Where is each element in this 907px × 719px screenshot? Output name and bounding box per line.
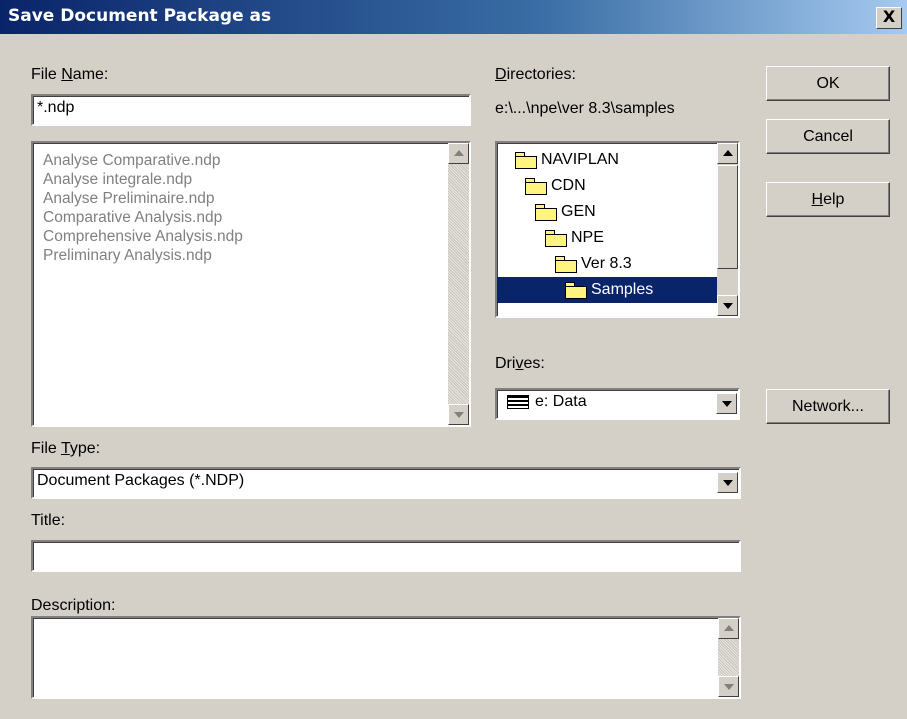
folder-icon (535, 203, 557, 221)
file-list-scroll-up-button[interactable] (448, 143, 469, 164)
file-list-item[interactable]: Analyse Preliminaire.ndp (43, 189, 243, 208)
directory-item-label: GEN (561, 203, 596, 220)
folder-icon (555, 255, 577, 273)
directory-item-naviplan[interactable]: NAVIPLAN (497, 147, 717, 173)
drives-dropdown-button[interactable] (716, 393, 737, 414)
file-list-item[interactable]: Preliminary Analysis.ndp (43, 246, 243, 265)
directory-tree[interactable]: NAVIPLAN CDN GEN NPE Ver 8.3 Samples (495, 141, 740, 318)
title-input[interactable] (31, 540, 741, 572)
file-type-dropdown-button[interactable] (717, 472, 738, 493)
file-list-scrollbar[interactable] (448, 143, 469, 425)
directory-item-label: NAVIPLAN (541, 151, 619, 168)
file-type-dropdown[interactable]: Document Packages (*.NDP) (31, 467, 741, 499)
directory-scroll-thumb[interactable] (717, 165, 738, 269)
arrow-up-icon (724, 625, 734, 631)
directory-item-label: Ver 8.3 (581, 255, 632, 272)
ok-button[interactable]: OK (766, 66, 890, 101)
arrow-down-icon (454, 412, 464, 418)
chevron-down-icon (722, 401, 732, 407)
file-list[interactable]: Analyse Comparative.ndp Analyse integrale… (31, 141, 471, 427)
description-scrollbar[interactable] (718, 618, 739, 697)
file-name-value: *.ndp (37, 99, 75, 116)
arrow-up-icon (723, 150, 733, 156)
directory-item-label: CDN (551, 177, 586, 194)
arrow-down-icon (723, 303, 733, 309)
title-bar: Save Document Package as X (0, 0, 907, 34)
file-list-item[interactable]: Comparative Analysis.ndp (43, 208, 243, 227)
directory-item-cdn[interactable]: CDN (497, 173, 717, 199)
directory-scroll-up-button[interactable] (717, 143, 738, 164)
file-list-item[interactable]: Analyse Comparative.ndp (43, 151, 243, 170)
directories-label: Directories: (495, 66, 576, 83)
directory-item-ver-8-3[interactable]: Ver 8.3 (497, 251, 717, 277)
folder-icon (525, 177, 547, 195)
file-type-label: File Type: (31, 440, 101, 457)
file-type-value: Document Packages (*.NDP) (37, 472, 245, 489)
directory-item-gen[interactable]: GEN (497, 199, 717, 225)
folder-open-icon (565, 281, 587, 299)
directory-item-label: Samples (591, 281, 654, 298)
file-name-input[interactable]: *.ndp (31, 94, 471, 126)
arrow-down-icon (724, 684, 734, 690)
chevron-down-icon (723, 480, 733, 486)
drives-label: Drives: (495, 355, 545, 372)
description-scroll-down-button[interactable] (718, 676, 739, 697)
folder-icon (545, 229, 567, 247)
folder-icon (515, 151, 537, 169)
directory-item-npe[interactable]: NPE (497, 225, 717, 251)
drives-value: e: Data (535, 393, 587, 410)
arrow-up-icon (454, 150, 464, 156)
directory-item-label: NPE (571, 229, 604, 246)
file-list-item[interactable]: Comprehensive Analysis.ndp (43, 227, 243, 246)
description-scroll-up-button[interactable] (718, 618, 739, 639)
directories-path: e:\...\npe\ver 8.3\samples (495, 100, 675, 117)
directory-scrollbar[interactable] (717, 143, 738, 316)
file-list-scroll-down-button[interactable] (448, 404, 469, 425)
drive-icon (507, 394, 529, 409)
description-label: Description: (31, 597, 116, 614)
close-button[interactable]: X (876, 7, 902, 29)
description-textarea[interactable] (31, 616, 741, 699)
drives-dropdown[interactable]: e: Data (495, 388, 740, 420)
cancel-button[interactable]: Cancel (766, 119, 890, 154)
title-label: Title: (31, 512, 66, 529)
file-list-items: Analyse Comparative.ndp Analyse integrale… (43, 151, 243, 265)
network-button[interactable]: Network... (766, 389, 890, 424)
file-name-label: File Name: (31, 66, 109, 83)
file-list-item[interactable]: Analyse integrale.ndp (43, 170, 243, 189)
help-button[interactable]: Help (766, 182, 890, 217)
close-icon: X (882, 7, 896, 26)
dialog-title: Save Document Package as (8, 6, 272, 26)
directory-scroll-down-button[interactable] (717, 295, 738, 316)
directory-item-samples[interactable]: Samples (497, 277, 717, 303)
drives-value-wrap: e: Data (507, 393, 587, 411)
